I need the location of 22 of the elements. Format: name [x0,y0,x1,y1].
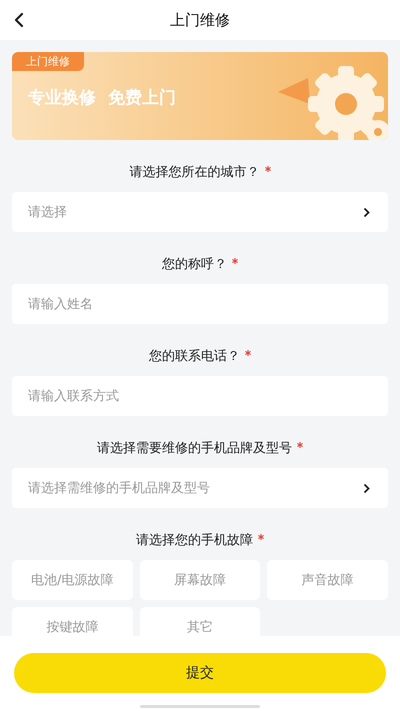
select-field[interactable]: 请选择需维修的手机品牌及型号 [12,468,388,508]
back-icon[interactable] [14,12,24,28]
fault-option[interactable]: 电池/电源故障 [12,560,133,600]
banner-slogan: 专业换修 免费上门 [28,87,176,109]
fault-option[interactable]: 声音故障 [267,560,388,600]
question-label: 您的联系电话？ [12,348,388,366]
fault-option[interactable]: 按键故障 [12,607,133,636]
page-title: 上门维修 [170,10,230,30]
input-field[interactable]: 请输入姓名 [12,284,388,324]
fault-option[interactable]: 其它 [140,607,260,636]
submit-button[interactable]: 提交 [14,653,386,693]
question-label: 请选择您所在的城市？ [12,164,388,182]
question-label: 请选择您的手机故障 [12,532,388,550]
fault-option[interactable]: 屏幕故障 [140,560,260,600]
input-field[interactable]: 请输入联系方式 [12,376,388,416]
chevron-right-icon [363,206,370,218]
chevron-right-icon [363,482,370,494]
select-field[interactable]: 请选择 [12,192,388,232]
promo-banner[interactable]: 上门维修 专业换修 免费上门 [12,52,388,140]
question-label: 请选择需要维修的手机品牌及型号 [12,440,388,458]
question-label: 您的称呼？ [12,256,388,274]
banner-tag: 上门维修 [12,52,84,71]
